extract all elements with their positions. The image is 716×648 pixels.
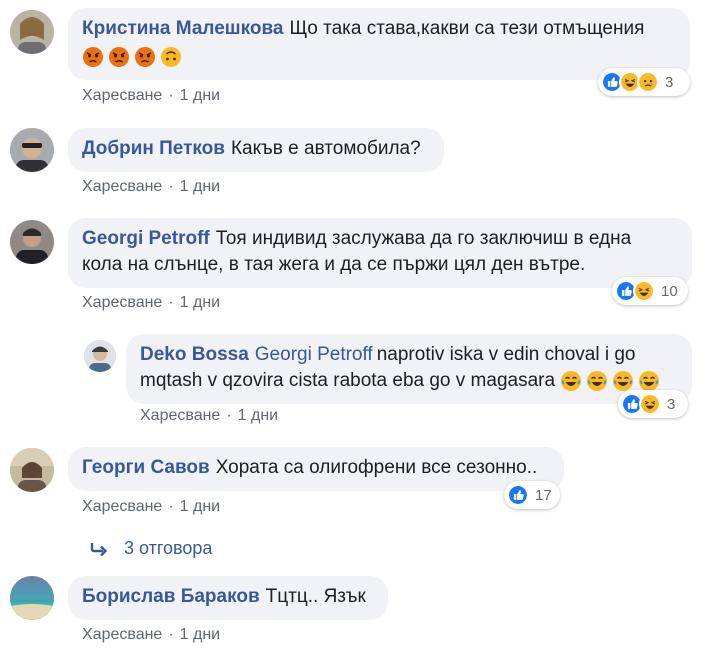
comment-text: Тцтц.. Язък	[265, 586, 366, 607]
comment-bubble: Кристина Малешкова Що така става,какви са…	[68, 8, 690, 80]
comment-author[interactable]: Кристина Малешкова	[82, 18, 283, 39]
timestamp[interactable]: 1 дни	[238, 407, 278, 424]
tears-of-joy-emoji-icon	[639, 370, 660, 391]
comment-actions: Харесване · 1 дни	[82, 498, 220, 516]
comment-author[interactable]: Георги Савов	[82, 457, 210, 478]
comment-bubble: Георги Савов Хората са олигофрени все сез…	[68, 447, 564, 491]
like-link[interactable]: Харесване	[82, 294, 162, 311]
separator: ·	[168, 498, 174, 515]
like-link[interactable]: Харесване	[140, 407, 220, 424]
reaction-count: 17	[535, 486, 552, 504]
separator: ·	[168, 178, 174, 195]
reply-bubble: Deko Bossa Georgi Petroff naprotiv iska v …	[126, 334, 692, 404]
comment-text: Що така става,какви са тези отмъщения	[289, 18, 645, 39]
separator: ·	[168, 626, 174, 643]
comment-actions: Харесване · 1 дни	[82, 178, 220, 196]
timestamp[interactable]: 1 дни	[180, 294, 220, 311]
comment-text-line1: Тоя индивид заслужава да го заключиш в е…	[215, 228, 632, 249]
comment-text-line2: mqtash v qzovira cista rabota eba go v m…	[140, 370, 556, 391]
reaction-summary[interactable]: 17	[504, 481, 560, 509]
comment-author[interactable]: Georgi Petroff	[82, 228, 210, 249]
sad-reaction-icon	[637, 71, 659, 93]
avatar[interactable]	[84, 340, 116, 372]
timestamp[interactable]: 1 дни	[180, 626, 220, 643]
avatar[interactable]	[10, 10, 54, 54]
comment-bubble: Georgi Petroff Тоя индивид заслужава да г…	[68, 218, 692, 288]
comment-actions: Харесване · 1 дни	[82, 626, 220, 644]
comment-author[interactable]: Борислав Бараков	[82, 586, 260, 607]
comment-bubble: Борислав Бараков Тцтц.. Язък	[68, 576, 388, 620]
comment-text-line1: naprotiv iska v edin choval i go	[376, 344, 636, 365]
avatar[interactable]	[10, 128, 54, 172]
comment-actions: Харесване · 1 дни	[82, 294, 220, 312]
reaction-count: 10	[661, 282, 678, 300]
upside-down-emoji-icon	[161, 47, 181, 67]
haha-reaction-icon	[633, 280, 655, 302]
tears-of-joy-emoji-icon	[561, 370, 582, 391]
like-link[interactable]: Харесване	[82, 87, 162, 104]
like-link[interactable]: Харесване	[82, 626, 162, 643]
angry-emoji-icon	[135, 47, 155, 67]
comment-author[interactable]: Deko Bossa	[140, 344, 249, 365]
timestamp[interactable]: 1 дни	[180, 178, 220, 195]
comment-bubble: Добрин Петков Какъв е автомобила?	[68, 128, 444, 172]
comment-author[interactable]: Добрин Петков	[82, 138, 225, 159]
reaction-summary[interactable]: 10	[612, 277, 688, 305]
separator: ·	[226, 407, 232, 424]
like-reaction-icon	[507, 484, 529, 506]
avatar[interactable]	[10, 448, 54, 492]
angry-emoji-icon	[109, 47, 129, 67]
comment-text: Какъв е автомобила?	[230, 138, 421, 159]
emoji-row	[82, 46, 182, 68]
haha-reaction-icon	[639, 393, 661, 415]
emoji-row	[560, 370, 660, 392]
tears-of-joy-emoji-icon	[613, 370, 634, 391]
timestamp[interactable]: 1 дни	[180, 87, 220, 104]
mention-link[interactable]: Georgi Petroff	[255, 344, 373, 365]
replies-count-label[interactable]: 3 отговора	[124, 538, 212, 559]
reaction-summary[interactable]: 3	[618, 390, 688, 418]
reaction-summary[interactable]: 3	[598, 68, 690, 96]
reaction-count: 3	[667, 395, 676, 413]
reply-arrow-icon	[90, 542, 108, 556]
like-link[interactable]: Харесване	[82, 178, 162, 195]
view-replies-link[interactable]: 3 отговора	[90, 538, 212, 559]
reaction-count: 3	[665, 73, 674, 91]
angry-emoji-icon	[83, 47, 103, 67]
timestamp[interactable]: 1 дни	[180, 498, 220, 515]
comment-text: Хората са олигофрени все сезонно..	[215, 457, 538, 478]
avatar[interactable]	[10, 220, 54, 264]
comment-actions: Харесване · 1 дни	[82, 87, 220, 105]
avatar[interactable]	[10, 576, 54, 620]
separator: ·	[168, 87, 174, 104]
like-link[interactable]: Харесване	[82, 498, 162, 515]
separator: ·	[168, 294, 174, 311]
comment-actions: Харесване · 1 дни	[140, 407, 278, 425]
comment-text-line2: кола на слънце, в тая жега и да се пържи…	[82, 254, 586, 275]
tears-of-joy-emoji-icon	[587, 370, 608, 391]
